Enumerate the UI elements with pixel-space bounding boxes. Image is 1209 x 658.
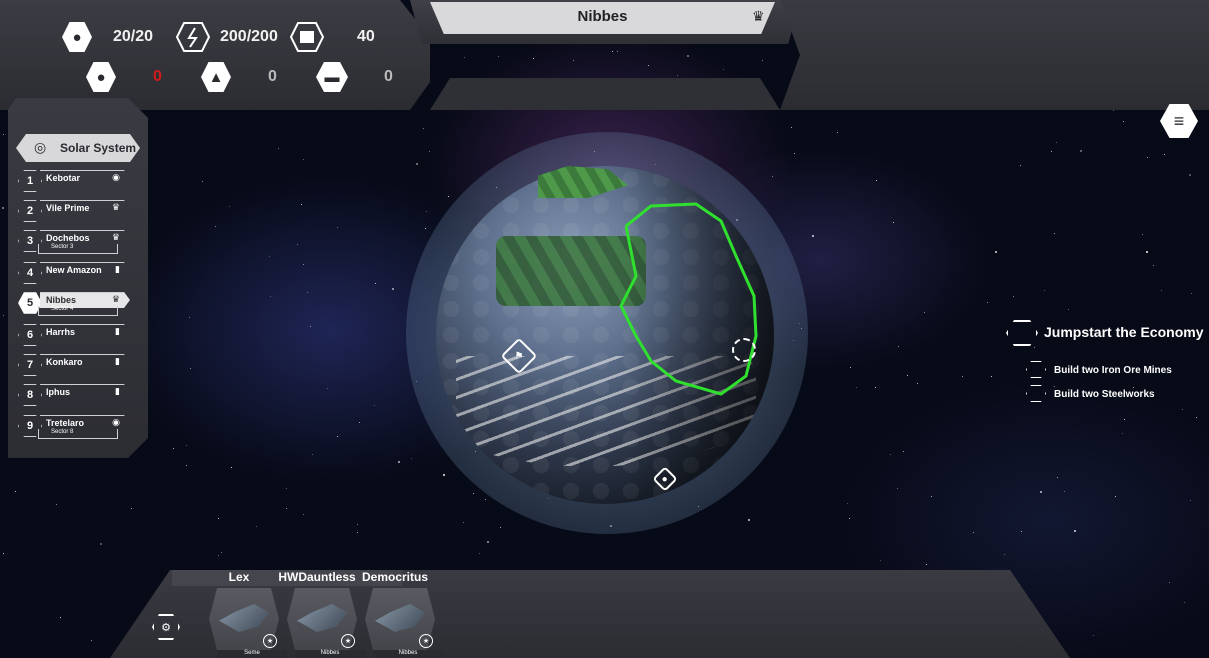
- planet-number: 6: [18, 324, 42, 346]
- ore-value: 0: [268, 68, 277, 85]
- planet-name-bar: Kebotar ◉: [40, 170, 130, 186]
- planet-globe[interactable]: [436, 166, 774, 504]
- planet-sector: Sector 8: [38, 429, 118, 439]
- planet-sector: Sector 4: [38, 306, 118, 316]
- planet-item[interactable]: 9 Tretelaro ◉ Sector 8: [18, 413, 134, 441]
- beacon-icon: ▮: [115, 386, 120, 396]
- resource-panel: [0, 0, 430, 110]
- planet-number: 8: [18, 384, 42, 406]
- beacon-icon: ▮: [115, 264, 120, 274]
- planet-name: Konkaro: [46, 357, 83, 367]
- planet-name: Kebotar: [46, 173, 81, 183]
- beacon-icon: ▮: [115, 356, 120, 366]
- planet-item[interactable]: 3 Dochebos ♛ Sector 3: [18, 228, 134, 256]
- planet-item[interactable]: 5 Nibbes ♛ Sector 4: [18, 290, 134, 318]
- faction-icon: ♛: [752, 8, 765, 24]
- planet-number: 7: [18, 354, 42, 376]
- steel-value: 0: [384, 68, 393, 85]
- ship-status-icon: ★: [419, 634, 433, 648]
- ship-status-icon: ★: [341, 634, 355, 648]
- eye-icon: ◉: [112, 172, 120, 182]
- faction-icon: ♛: [111, 202, 120, 212]
- resource-panel-extension: [430, 78, 780, 110]
- planet-name: Dochebos: [46, 233, 90, 243]
- solar-system-header[interactable]: ◎ Solar System: [16, 134, 140, 162]
- food-value: 0: [153, 68, 162, 85]
- planet-number: 2: [18, 200, 42, 222]
- objective-task: Build two Steelworks: [1054, 389, 1155, 400]
- credits-value: 40: [357, 28, 375, 45]
- planet-item[interactable]: 7 Konkaro ▮: [18, 352, 134, 380]
- planet-name: New Amazon: [46, 265, 102, 275]
- planet-number: 4: [18, 262, 42, 284]
- energy-value: 200/200: [220, 28, 278, 45]
- ship-icon: [375, 604, 425, 632]
- planet-name-bar: Konkaro ▮: [40, 354, 130, 370]
- objective-title: Jumpstart the Economy: [1044, 324, 1204, 340]
- ship-icon: [219, 604, 269, 632]
- fleet-tab[interactable]: Lex: [197, 570, 281, 588]
- ship-icon: [297, 604, 347, 632]
- faction-icon: ♛: [111, 294, 120, 304]
- energy-icon: [176, 22, 210, 52]
- ship-status-icon: ★: [263, 634, 277, 648]
- population-value: 20/20: [113, 28, 154, 45]
- credits-icon: [290, 22, 324, 52]
- target-marker-icon[interactable]: [732, 338, 756, 362]
- planet-name-bar: Vile Prime ♛: [40, 200, 130, 216]
- top-right-panel: [780, 0, 1209, 110]
- eye-icon: ◉: [112, 417, 120, 427]
- planet-name: Harrhs: [46, 327, 76, 337]
- planet-name: Iphus: [46, 387, 70, 397]
- planet-number: 1: [18, 170, 42, 192]
- faction-icon: ♛: [111, 232, 120, 242]
- planet-title: Nibbes: [577, 8, 628, 25]
- target-icon: ◎: [34, 139, 47, 155]
- planet-item[interactable]: 4 New Amazon ▮: [18, 260, 134, 288]
- territory-border: [619, 202, 758, 396]
- fleet-tab[interactable]: HWDauntless: [275, 570, 359, 588]
- planet-name: Vile Prime: [46, 203, 90, 213]
- objective-task: Build two Iron Ore Mines: [1054, 365, 1172, 376]
- planet-name-bar: Iphus ▮: [40, 384, 130, 400]
- beacon-icon: ▮: [115, 326, 120, 336]
- fleet-tab[interactable]: Democritus: [353, 570, 437, 588]
- ship-location: Nibbes: [373, 650, 443, 658]
- planet-name-bar: Harrhs ▮: [40, 324, 130, 340]
- planet-name: Tretelaro: [46, 418, 85, 428]
- ship-location: Seme: [217, 650, 287, 658]
- planet-sector: Sector 3: [38, 244, 118, 254]
- solar-system-title: Solar System: [60, 141, 137, 155]
- ship-location: Nibbes: [295, 650, 365, 658]
- planet-item[interactable]: 6 Harrhs ▮: [18, 322, 134, 350]
- planet-item[interactable]: 8 Iphus ▮: [18, 382, 134, 410]
- planet-item[interactable]: 2 Vile Prime ♛: [18, 198, 134, 226]
- planet-name-bar: New Amazon ▮: [40, 262, 130, 278]
- planet-name: Nibbes: [46, 295, 77, 305]
- planet-item[interactable]: 1 Kebotar ◉: [18, 168, 134, 196]
